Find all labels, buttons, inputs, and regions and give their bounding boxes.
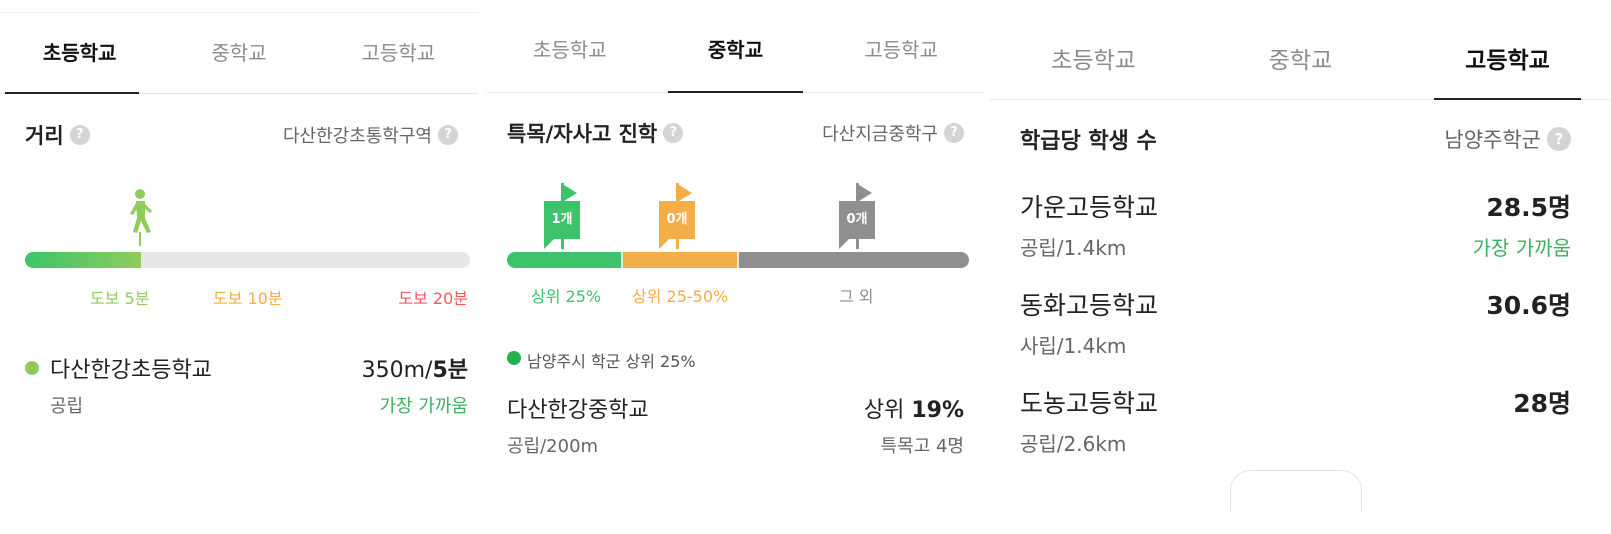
school-district-text: 다산지금중학구 [822, 124, 938, 145]
school-district-text: 남양주학군 [1444, 128, 1541, 152]
walk-time-value: 5분 [432, 358, 468, 383]
tab-middle[interactable]: 중학교 [159, 13, 318, 93]
flag-top25-50: 0개 [659, 183, 695, 253]
rank-segment-top25 [507, 252, 621, 268]
tab-elementary[interactable]: 초등학교 [0, 13, 159, 94]
school-sub: 공립/1.4km [1020, 236, 1127, 260]
students-per-class: 30.6명 [1486, 291, 1571, 320]
tab-high[interactable]: 고등학교 [319, 13, 478, 93]
flag-others: 0개 [839, 183, 875, 253]
more-button[interactable] [1230, 470, 1362, 511]
flag-count: 1개 [544, 201, 580, 239]
flag-count: 0개 [839, 201, 875, 239]
help-icon[interactable]: ? [944, 123, 964, 143]
tab-elementary[interactable]: 초등학교 [990, 8, 1197, 99]
school-dot [25, 361, 39, 375]
school-name[interactable]: 다산한강초등학교 [50, 352, 212, 384]
rank-value: 19% [911, 398, 964, 423]
school-district-text: 다산한강초통학구역 [282, 126, 432, 147]
segment-label-top25-50: 상위 25-50% [632, 287, 729, 306]
walk-distance-fill [25, 252, 141, 268]
section-title: 특목/자사고 진학 ? [507, 118, 684, 148]
school-level-tabs: 초등학교 중학교 고등학교 [0, 12, 478, 94]
rank-bar [507, 252, 969, 268]
school-sub: 공립/200m [507, 436, 599, 457]
school-district[interactable]: 남양주학군 ? [1444, 122, 1571, 156]
section-title: 학급당 학생 수 [1020, 122, 1157, 156]
rank-prefix: 상위 [863, 398, 912, 423]
segment-label-others: 그 외 [839, 287, 874, 306]
walking-person-icon [130, 189, 152, 246]
school-type: 공립 [50, 396, 84, 417]
school-name[interactable]: 가운고등학교 [1020, 188, 1158, 224]
high-school-panel: 초등학교 중학교 고등학교 학급당 학생 수 남양주학군 ? 가운고등학교 28… [990, 0, 1611, 534]
rank-segment-top25-50 [623, 252, 737, 268]
walk-distance-bar [25, 252, 470, 268]
school-sub: 공립/2.6km [1020, 432, 1127, 456]
students-per-class: 28.5명 [1486, 193, 1571, 222]
walk-20-label: 도보 20분 [398, 289, 468, 308]
help-icon[interactable]: ? [663, 123, 684, 143]
tab-high[interactable]: 고등학교 [1404, 8, 1611, 100]
school-name[interactable]: 도농고등학교 [1020, 384, 1158, 420]
walk-5-label: 도보 5분 [90, 289, 150, 308]
tab-middle[interactable]: 중학교 [1197, 8, 1404, 99]
walk-10-label: 도보 10분 [213, 289, 283, 308]
school-sub: 사립/1.4km [1020, 334, 1127, 358]
middle-school-panel: 초등학교 중학교 고등학교 특목/자사고 진학 ? 다산지금중학구 ? 1개 0… [487, 0, 984, 534]
legend-text: 남양주시 학군 상위 25% [527, 352, 696, 371]
school-district[interactable]: 다산지금중학구 ? [822, 118, 964, 148]
school-name[interactable]: 다산한강중학교 [507, 392, 649, 424]
flag-top25: 1개 [544, 183, 580, 253]
flag-count: 0개 [659, 201, 695, 239]
distance-value: 350m/ [361, 358, 433, 383]
students-per-class: 28명 [1513, 389, 1571, 418]
legend-dot [507, 351, 521, 365]
tab-middle[interactable]: 중학교 [653, 8, 819, 93]
section-title-text: 거리 [25, 124, 64, 148]
section-title-text: 학급당 학생 수 [1020, 129, 1157, 154]
section-title-text: 특목/자사고 진학 [507, 122, 658, 146]
help-icon[interactable]: ? [69, 125, 90, 145]
elementary-panel: 초등학교 중학교 고등학교 거리 ? 다산한강초통학구역 ? 도보 5분 도보 … [0, 0, 478, 534]
special-school-count: 특목고 4명 [880, 436, 964, 457]
section-title: 거리 ? [25, 120, 90, 150]
help-icon[interactable]: ? [1547, 127, 1571, 151]
segment-label-top25: 상위 25% [531, 287, 602, 306]
nearest-badge: 가장 가까움 [379, 396, 468, 417]
nearest-badge: 가장 가까움 [1472, 236, 1571, 260]
school-distance: 350m/5분 [362, 352, 468, 384]
school-name[interactable]: 동화고등학교 [1020, 286, 1158, 322]
tab-elementary[interactable]: 초등학교 [487, 8, 653, 92]
rank-segment-others [739, 252, 969, 268]
school-level-tabs: 초등학교 중학교 고등학교 [487, 8, 984, 93]
school-level-tabs: 초등학교 중학교 고등학교 [990, 8, 1611, 100]
tab-high[interactable]: 고등학교 [818, 8, 984, 92]
help-icon[interactable]: ? [438, 125, 458, 145]
school-district[interactable]: 다산한강초통학구역 ? [283, 120, 458, 150]
school-rank: 상위 19% [864, 392, 964, 424]
